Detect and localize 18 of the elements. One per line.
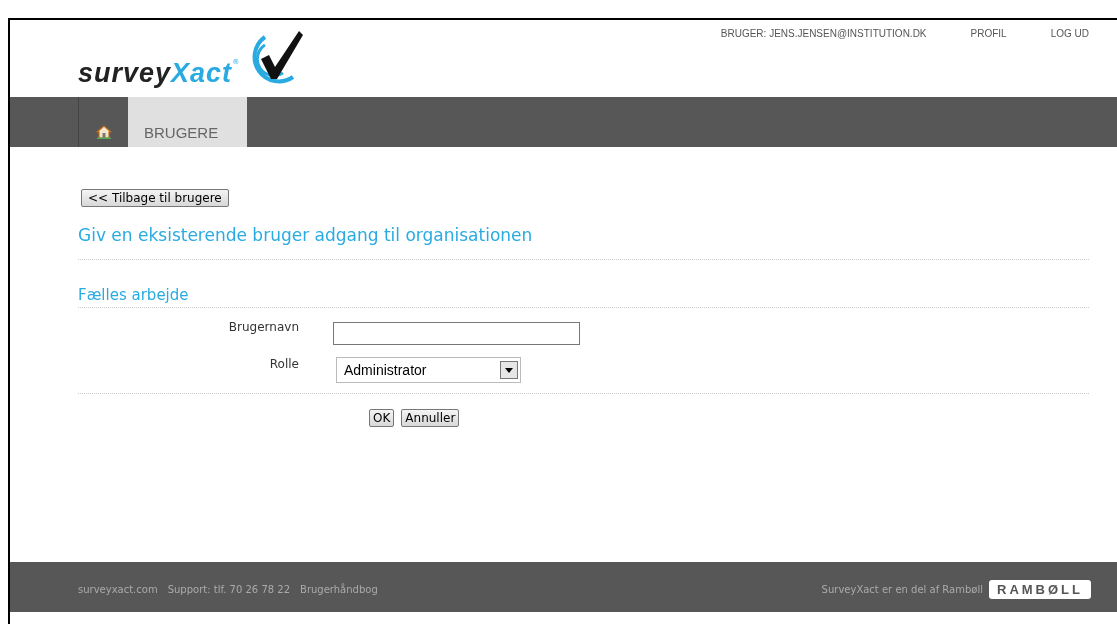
nav-tab[interactable]: BRUGERE <box>128 97 247 147</box>
role-select[interactable]: Administrator <box>336 357 521 383</box>
home-icon <box>95 125 112 139</box>
field-label: Brugernavn <box>227 320 300 334</box>
section-title: Fælles arbejde <box>78 286 190 304</box>
header-link[interactable]: PROFIL <box>970 28 1007 97</box>
form-button[interactable]: OK <box>369 409 395 427</box>
back-button[interactable]: << Tilbage til brugere <box>81 189 229 207</box>
user-label: BRUGER: JENS.JENSEN@INSTITUTION.DK <box>720 28 927 41</box>
username-input[interactable] <box>333 322 580 345</box>
form-button[interactable]: Annuller <box>401 409 460 427</box>
header-link[interactable]: LOG UD <box>1050 28 1089 97</box>
logo-text: survey <box>78 58 172 89</box>
page-heading: Giv en eksisterende bruger adgang til organisationen <box>78 225 534 245</box>
logo-text-accent: Xact <box>171 58 233 89</box>
footer-note: SurveyXact er en del af Rambøll <box>821 583 983 595</box>
brand-logo: RAMBØLL <box>989 579 1091 599</box>
field-label: Rolle <box>268 357 300 371</box>
